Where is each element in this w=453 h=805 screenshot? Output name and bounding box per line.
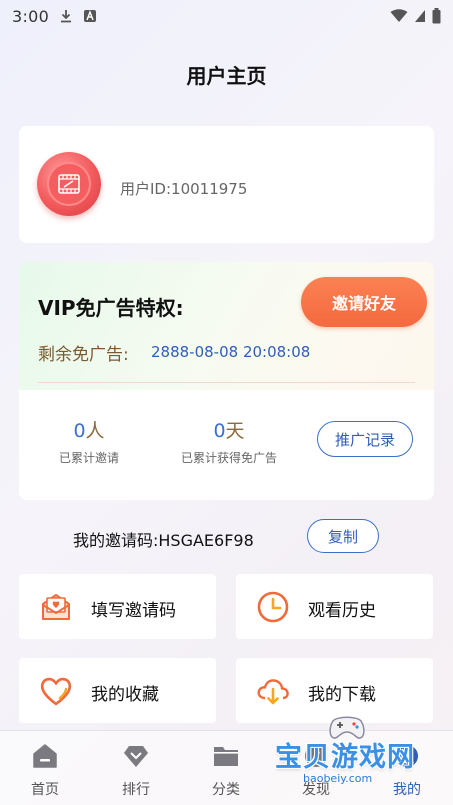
user-card: 用户ID:10011975 bbox=[19, 126, 434, 243]
divider bbox=[38, 382, 415, 383]
status-time: 3:00 bbox=[12, 6, 50, 26]
download-icon bbox=[61, 10, 72, 23]
text-notification-icon bbox=[84, 10, 97, 22]
page-title: 用户主页 bbox=[186, 64, 267, 88]
user-id: 用户ID:10011975 bbox=[120, 180, 248, 198]
vip-title: VIP免广告特权: bbox=[38, 296, 184, 320]
nav-home-label: 首页 bbox=[31, 782, 59, 798]
downloads-label: 我的下载 bbox=[308, 685, 376, 705]
vip-card: VIP免广告特权: 邀请好友 剩余免广告: 2888-08-08 20:08:0… bbox=[19, 262, 434, 500]
envelope-heart-icon bbox=[42, 594, 70, 620]
cloud-download-icon bbox=[257, 679, 289, 705]
watch-history-label: 观看历史 bbox=[308, 601, 376, 621]
days-label: 已累计获得免广告 bbox=[180, 451, 277, 465]
watch-history-tile[interactable]: 观看历史 bbox=[236, 574, 433, 639]
watermark-text: 宝贝游戏网 bbox=[275, 742, 415, 773]
copy-button[interactable]: 复制 bbox=[307, 519, 379, 553]
remain-label: 剩余免广告: bbox=[38, 345, 129, 365]
fill-invite-code-label: 填写邀请码 bbox=[91, 601, 176, 621]
favorites-label: 我的收藏 bbox=[91, 685, 159, 705]
diamond-icon bbox=[124, 746, 148, 767]
heart-icon bbox=[40, 677, 72, 706]
invite-code-row: 我的邀请码:HSGAE6F98 复制 bbox=[0, 518, 453, 554]
invite-friends-button[interactable]: 邀请好友 bbox=[301, 277, 427, 327]
nav-category[interactable]: 分类 bbox=[181, 731, 271, 805]
status-bar: 3:00 bbox=[0, 0, 453, 32]
folder-icon bbox=[214, 747, 238, 766]
invited-count: 0 bbox=[73, 420, 86, 442]
invited-unit: 人 bbox=[85, 420, 105, 442]
days-unit: 天 bbox=[225, 420, 245, 442]
wifi-icon bbox=[390, 9, 408, 22]
invited-stat: 0人 已累计邀请 bbox=[47, 416, 131, 466]
nav-home[interactable]: 首页 bbox=[0, 731, 90, 805]
clock-icon bbox=[257, 591, 289, 623]
nav-rank-label: 排行 bbox=[122, 782, 150, 798]
favorites-tile[interactable]: 我的收藏 bbox=[19, 658, 216, 723]
fill-invite-code-tile[interactable]: 填写邀请码 bbox=[19, 574, 216, 639]
signal-icon bbox=[415, 10, 425, 22]
invite-code: 我的邀请码:HSGAE6F98 bbox=[73, 531, 254, 550]
ad-free-days-stat: 0天 已累计获得免广告 bbox=[169, 416, 289, 466]
invited-label: 已累计邀请 bbox=[58, 451, 119, 465]
promotion-records-button[interactable]: 推广记录 bbox=[317, 421, 413, 457]
watermark: 宝贝游戏网 baobeiy.com bbox=[275, 713, 435, 793]
remain-value: 2888-08-08 20:08:08 bbox=[151, 343, 311, 361]
home-icon bbox=[33, 744, 57, 768]
nav-category-label: 分类 bbox=[212, 782, 240, 798]
avatar[interactable] bbox=[37, 152, 101, 216]
film-icon bbox=[58, 174, 80, 194]
days-count: 0 bbox=[213, 420, 226, 442]
battery-icon bbox=[432, 8, 441, 24]
nav-rank[interactable]: 排行 bbox=[91, 731, 181, 805]
watermark-url: baobeiy.com bbox=[303, 772, 373, 785]
